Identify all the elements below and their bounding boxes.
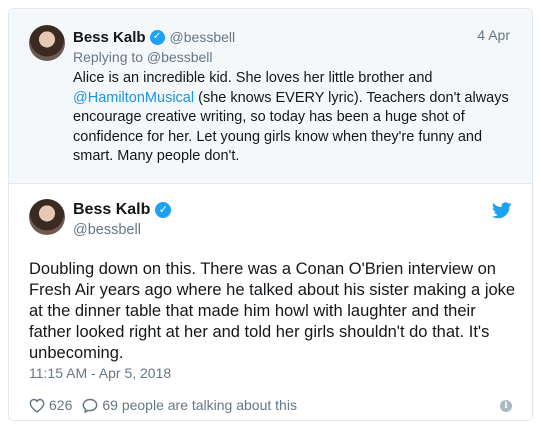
hamilton-musical-link[interactable]: @HamiltonMusical (73, 90, 194, 106)
main-author-handle[interactable]: @bessbell (73, 222, 141, 238)
main-tweet-text: Doubling down on this. There was a Conan… (29, 260, 516, 362)
tweet-actions: 626 69 people are talking about this (29, 397, 297, 413)
reply-bubble-icon (82, 398, 98, 413)
like-button[interactable]: 626 (29, 397, 82, 413)
twitter-bird-icon[interactable] (492, 202, 512, 219)
parent-text-part-1: Alice is an incredible kid. She loves he… (73, 70, 433, 86)
tweet-embed-card: Bess Kalb ✓ @bessbell 4 Apr Replying to … (8, 8, 533, 421)
heart-icon (29, 398, 45, 413)
verified-badge-icon: ✓ (149, 29, 165, 45)
parent-author-name[interactable]: Bess Kalb (73, 29, 146, 46)
parent-author-row: Bess Kalb ✓ @bessbell (73, 27, 235, 47)
talking-about-label: 69 people are talking about this (102, 397, 297, 413)
parent-tweet-date[interactable]: 4 Apr (477, 27, 510, 43)
main-author-row: Bess Kalb ✓ (73, 199, 172, 221)
parent-tweet-text: Alice is an incredible kid. She loves he… (73, 69, 513, 167)
parent-author-handle[interactable]: @bessbell (170, 29, 236, 45)
parent-author-avatar[interactable] (29, 25, 65, 61)
tweet-timestamp[interactable]: 11:15 AM - Apr 5, 2018 (29, 365, 171, 381)
replying-to-label: Replying to @bessbell (73, 49, 213, 65)
talking-about-link[interactable]: 69 people are talking about this (82, 397, 297, 413)
verified-badge-icon: ✓ (155, 202, 172, 218)
info-icon[interactable]: i (500, 400, 512, 412)
like-count: 626 (49, 397, 73, 413)
parent-tweet[interactable]: Bess Kalb ✓ @bessbell 4 Apr Replying to … (9, 9, 532, 184)
main-author-avatar[interactable] (29, 199, 65, 235)
main-author-name[interactable]: Bess Kalb (73, 201, 150, 219)
